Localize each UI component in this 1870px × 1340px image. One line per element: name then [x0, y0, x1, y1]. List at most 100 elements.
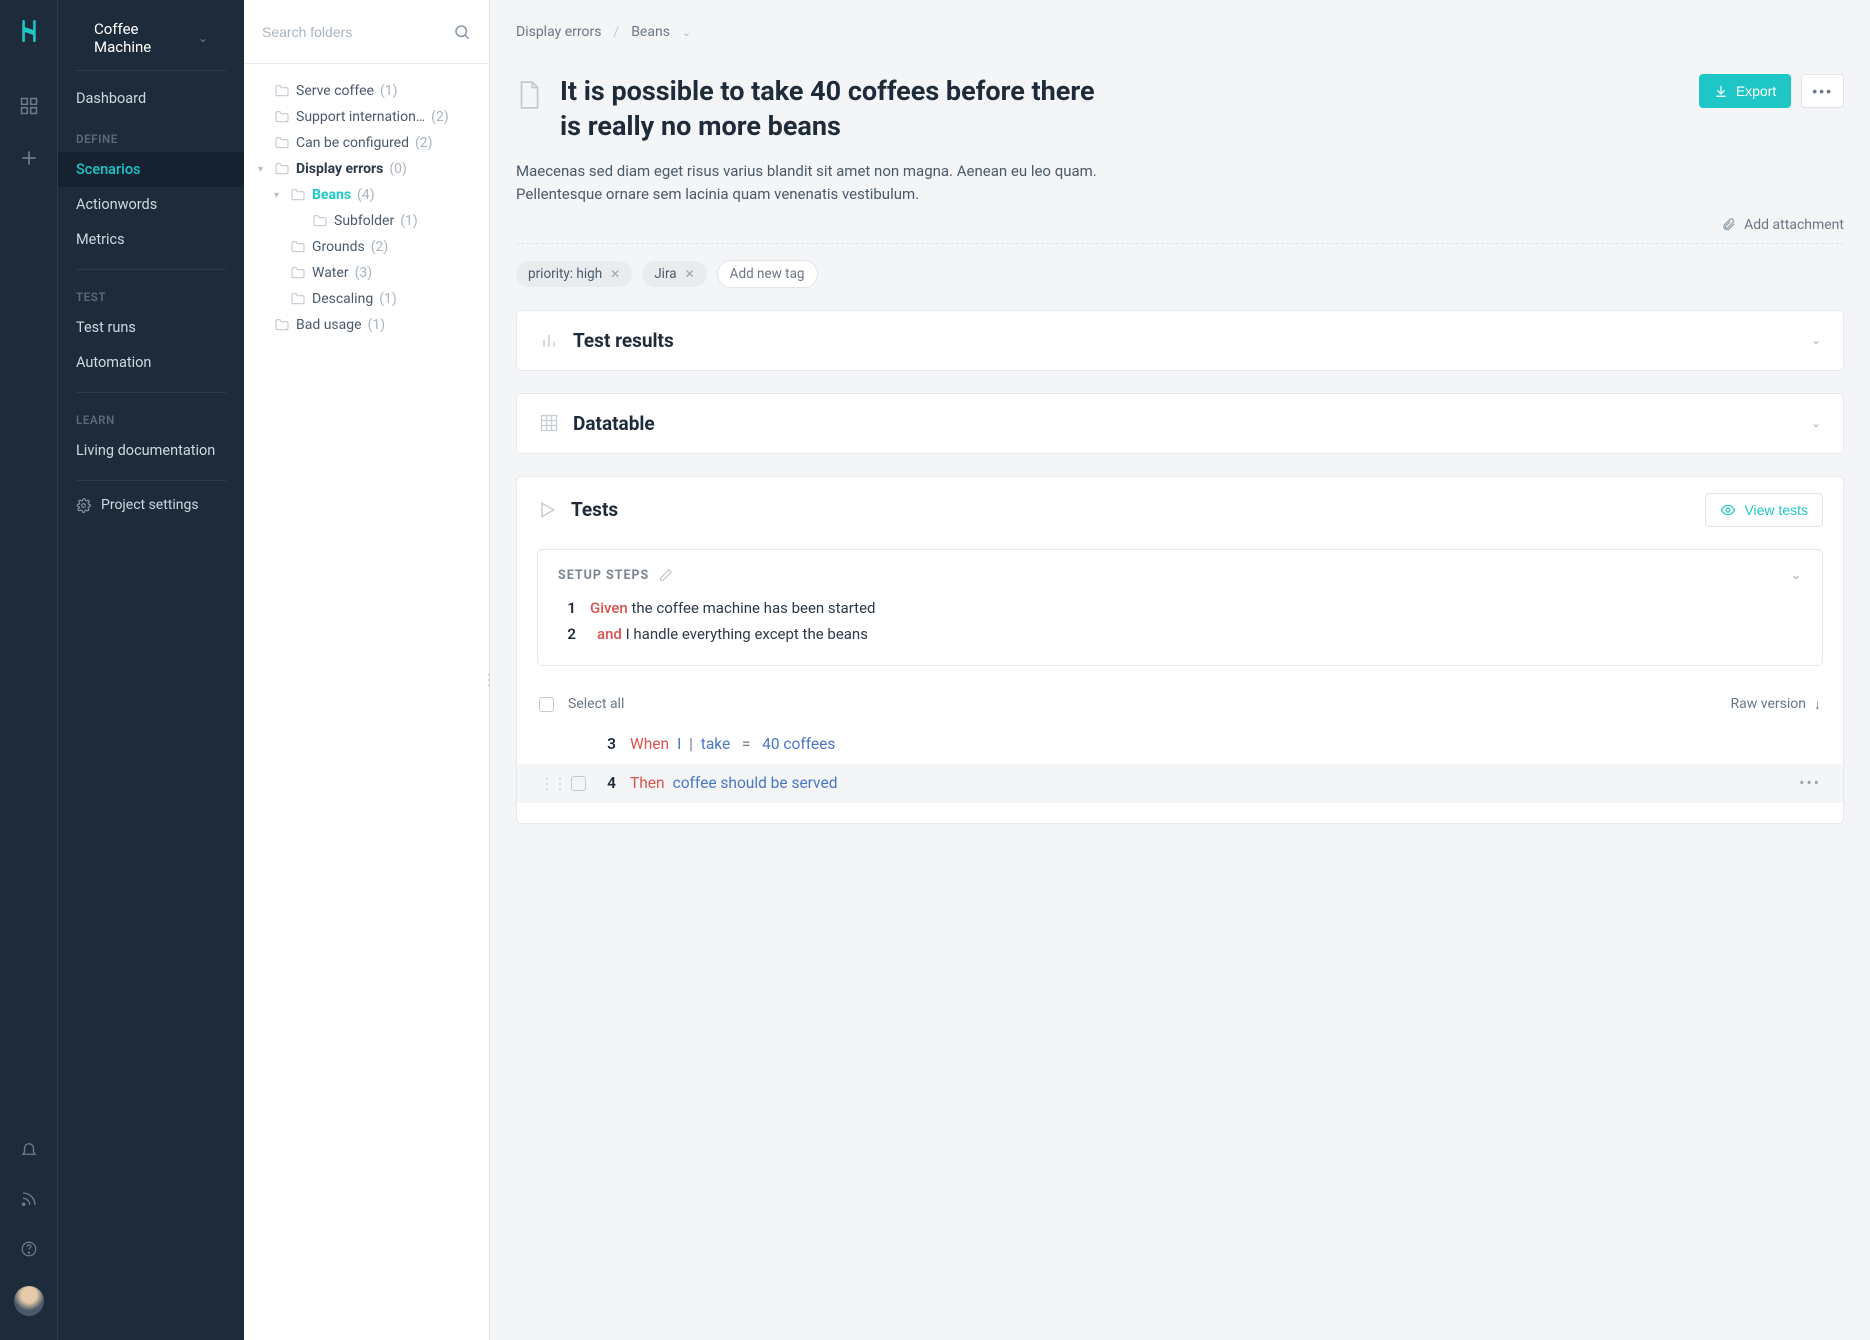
bar-chart-icon [539, 330, 559, 350]
play-icon [537, 500, 557, 520]
breadcrumb-beans[interactable]: Beans [631, 24, 670, 40]
avatar[interactable] [14, 1286, 44, 1316]
step-keyword: and [597, 625, 622, 643]
export-button[interactable]: Export [1699, 74, 1791, 108]
select-all-label[interactable]: Select all [568, 696, 624, 712]
dashboard-icon[interactable] [19, 96, 39, 116]
sidebar: Coffee Machine ⌄ Dashboard DEFINE Scenar… [58, 0, 244, 1340]
sidebar-item-project-settings[interactable]: Project settings [58, 485, 244, 525]
close-icon[interactable]: ✕ [610, 267, 620, 281]
step-arg: 40 coffees [762, 735, 835, 753]
folder-icon [290, 187, 306, 203]
folder-count: (3) [355, 265, 373, 281]
step-keyword: Given [590, 599, 628, 617]
page-title: It is possible to take 40 coffees before… [560, 74, 1120, 144]
test-results-panel[interactable]: Test results ⌄ [516, 310, 1844, 371]
folder-icon [290, 291, 306, 307]
folder-label: Support internation… [296, 109, 425, 125]
tag-label: Jira [654, 266, 676, 282]
folder-item[interactable]: ▾Beans (4) [254, 182, 479, 208]
folder-item[interactable]: Can be configured (2) [254, 130, 479, 156]
step-text: coffee should be served [673, 774, 838, 792]
sidebar-item-scenarios[interactable]: Scenarios [58, 152, 244, 187]
search-input[interactable] [262, 24, 453, 40]
main-content: Display errors / Beans ⌄ It is possible … [490, 0, 1870, 1340]
step-number: 2 [558, 625, 576, 643]
folder-icon [274, 135, 290, 151]
sidebar-header-test: TEST [58, 274, 244, 310]
sidebar-item-actionwords[interactable]: Actionwords [58, 187, 244, 222]
tag-priority-high[interactable]: priority: high ✕ [516, 261, 632, 287]
drag-handle-icon[interactable]: ⋮⋮ [539, 774, 565, 793]
more-menu-button[interactable]: ••• [1801, 74, 1844, 108]
plus-icon[interactable] [19, 148, 39, 168]
rss-icon[interactable] [20, 1190, 38, 1208]
help-icon[interactable] [20, 1240, 38, 1258]
folder-icon [290, 265, 306, 281]
tag-jira[interactable]: Jira ✕ [642, 261, 706, 287]
chevron-down-icon[interactable]: ⌄ [1791, 568, 1802, 582]
gear-icon [76, 498, 91, 513]
setup-steps-label: SETUP STEPS [558, 568, 649, 583]
folder-item[interactable]: Water (3) [254, 260, 479, 286]
logo-icon [16, 18, 42, 44]
step-number: 1 [558, 599, 576, 617]
folder-icon [274, 109, 290, 125]
folder-item[interactable]: Serve coffee (1) [254, 78, 479, 104]
raw-version-button[interactable]: Raw version ↓ [1731, 696, 1821, 713]
sidebar-item-test-runs[interactable]: Test runs [58, 310, 244, 345]
folder-label: Display errors [296, 161, 383, 177]
project-selector[interactable]: Coffee Machine ⌄ [76, 10, 226, 71]
tests-panel: Tests View tests SETUP STEPS ⌄ [516, 476, 1844, 824]
sidebar-item-metrics[interactable]: Metrics [58, 222, 244, 257]
folder-item[interactable]: Support internation… (2) [254, 104, 479, 130]
search-icon[interactable] [453, 23, 471, 41]
folder-label: Can be configured [296, 135, 409, 151]
folder-label: Descaling [312, 291, 373, 307]
add-attachment-button[interactable]: Add attachment [1721, 217, 1844, 233]
folder-item[interactable]: Bad usage (1) [254, 312, 479, 338]
panel-title: Test results [573, 329, 674, 352]
add-tag-button[interactable]: Add new tag [717, 260, 818, 288]
folder-count: (2) [371, 239, 389, 255]
folder-icon [274, 161, 290, 177]
document-icon [516, 80, 542, 110]
select-all-checkbox[interactable] [539, 697, 554, 712]
folders-panel: Serve coffee (1)Support internation… (2)… [244, 0, 490, 1340]
setup-steps-box: SETUP STEPS ⌄ 1Given the coffee machine … [537, 549, 1823, 666]
folder-item[interactable]: Subfolder (1) [254, 208, 479, 234]
folder-item[interactable]: Descaling (1) [254, 286, 479, 312]
folder-item[interactable]: Grounds (2) [254, 234, 479, 260]
folder-count: (1) [368, 317, 386, 333]
sidebar-item-living-doc[interactable]: Living documentation [58, 433, 244, 468]
pencil-icon[interactable] [659, 568, 673, 582]
folder-label: Water [312, 265, 349, 281]
datatable-panel[interactable]: Datatable ⌄ [516, 393, 1844, 454]
sidebar-item-dashboard[interactable]: Dashboard [58, 81, 244, 116]
chevron-down-icon[interactable]: ⌄ [682, 26, 691, 39]
bell-icon[interactable] [20, 1140, 38, 1158]
chevron-down-icon: ⌄ [1811, 333, 1821, 347]
tag-label: priority: high [528, 266, 602, 282]
step-arg: take [701, 735, 730, 753]
step-number: 4 [600, 774, 616, 792]
scenario-description: Maecenas sed diam eget risus varius blan… [516, 160, 1136, 207]
test-step[interactable]: ⋮⋮ 3 When I | take = 40 coffees [517, 725, 1843, 764]
view-tests-button[interactable]: View tests [1705, 493, 1823, 527]
folder-count: (4) [357, 187, 375, 203]
sidebar-item-automation[interactable]: Automation [58, 345, 244, 380]
folder-count: (2) [431, 109, 449, 125]
test-step[interactable]: ⋮⋮ 4 Then coffee should be served ••• [517, 764, 1843, 803]
resize-handle[interactable]: ⋮ [481, 670, 494, 689]
step-checkbox[interactable] [571, 776, 586, 791]
step-more-icon[interactable]: ••• [1799, 774, 1821, 792]
folder-tree: Serve coffee (1)Support internation… (2)… [244, 64, 489, 348]
folder-icon [312, 213, 328, 229]
close-icon[interactable]: ✕ [685, 267, 695, 281]
folder-count: (2) [415, 135, 433, 151]
folder-item[interactable]: ▾Display errors (0) [254, 156, 479, 182]
download-icon [1714, 84, 1728, 98]
folder-label: Serve coffee [296, 83, 374, 99]
breadcrumb-display-errors[interactable]: Display errors [516, 24, 601, 40]
folder-search [244, 0, 489, 64]
